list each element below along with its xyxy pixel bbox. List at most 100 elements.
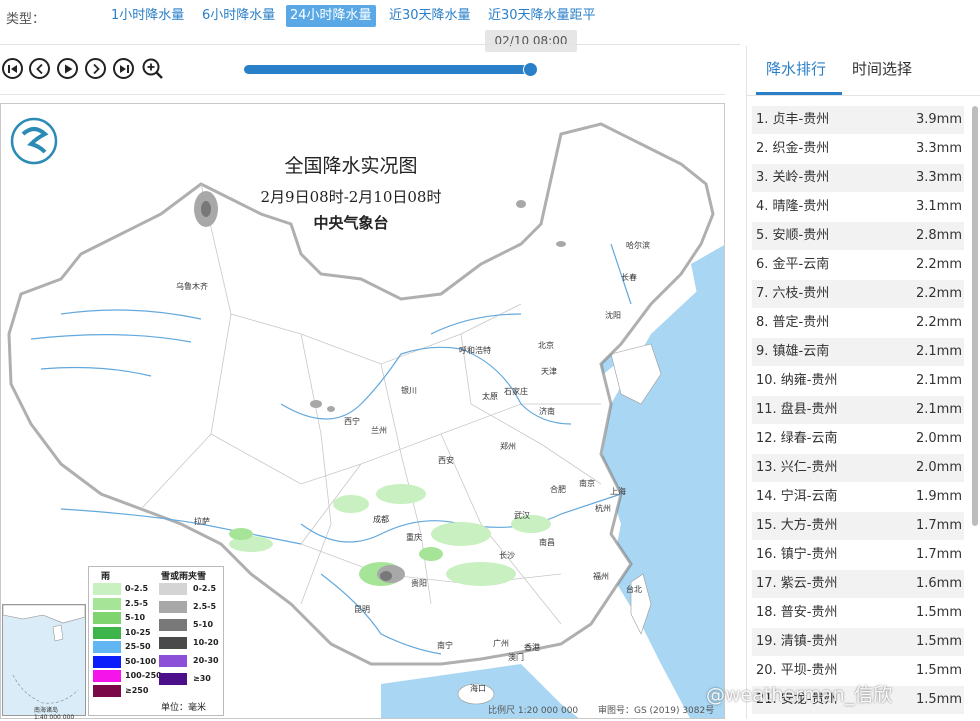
tab-ranking[interactable]: 降水排行 bbox=[766, 58, 826, 79]
legend-rain-label: 2.5-5 bbox=[125, 598, 149, 608]
city-label: 合肥 bbox=[550, 485, 566, 494]
legend-snow-swatch bbox=[159, 601, 187, 613]
ranking-value: 3.3mm bbox=[915, 141, 962, 156]
ranking-row[interactable]: 11. 盘县-贵州 2.1mm bbox=[752, 396, 964, 424]
ranking-value: 1.9mm bbox=[915, 489, 962, 504]
city-label: 福州 bbox=[593, 572, 609, 581]
ranking-value: 3.9mm bbox=[915, 112, 962, 127]
ranking-row[interactable]: 8. 普定-贵州 2.2mm bbox=[752, 309, 964, 337]
legend-snow-swatch bbox=[159, 637, 187, 649]
ranking-value: 2.2mm bbox=[915, 286, 962, 301]
ranking-row[interactable]: 17. 紫云-贵州 1.6mm bbox=[752, 570, 964, 598]
legend-rain-swatch bbox=[93, 684, 121, 697]
chevron-right-icon bbox=[92, 63, 100, 74]
timeline-handle[interactable] bbox=[523, 62, 538, 77]
city-label: 太原 bbox=[482, 392, 498, 401]
ranking-row[interactable]: 14. 宁洱-云南 1.9mm bbox=[752, 483, 964, 511]
city-label: 天津 bbox=[541, 367, 557, 376]
ranking-row[interactable]: 19. 清镇-贵州 1.5mm bbox=[752, 628, 964, 656]
ranking-station: 16. 镇宁-贵州 bbox=[756, 547, 838, 562]
ranking-row[interactable]: 2. 织金-贵州 3.3mm bbox=[752, 135, 964, 163]
timeline-track[interactable] bbox=[244, 65, 531, 74]
city-label: 海口 bbox=[470, 684, 486, 693]
map-organization: 中央气象台 bbox=[313, 214, 389, 232]
first-frame-button[interactable] bbox=[2, 58, 23, 79]
ranking-row[interactable]: 3. 关岭-贵州 3.3mm bbox=[752, 164, 964, 192]
ranking-row[interactable]: 16. 镇宁-贵州 1.7mm bbox=[752, 541, 964, 569]
city-label: 台北 bbox=[626, 585, 642, 594]
inset-map-graphic bbox=[2, 604, 86, 704]
ranking-row[interactable]: 18. 普安-贵州 1.5mm bbox=[752, 599, 964, 627]
city-label: 长沙 bbox=[499, 551, 515, 560]
ranking-value: 2.0mm bbox=[915, 460, 962, 475]
legend-rain-swatch bbox=[93, 626, 121, 639]
prev-frame-button[interactable] bbox=[29, 58, 50, 79]
city-label: 杭州 bbox=[595, 504, 611, 513]
ranking-station: 10. 纳雍-贵州 bbox=[756, 373, 838, 388]
ranking-row[interactable]: 1. 贞丰-贵州 3.9mm bbox=[752, 106, 964, 134]
legend-rain-swatch bbox=[93, 655, 121, 668]
legend-snow-title: 雪或雨夹雪 bbox=[161, 572, 207, 582]
scrollbar[interactable] bbox=[972, 106, 978, 526]
map-title: 全国降水实况图 bbox=[284, 155, 418, 177]
ranking-row[interactable]: 10. 纳雍-贵州 2.1mm bbox=[752, 367, 964, 395]
tab-1h-precip[interactable]: 1小时降水量 bbox=[107, 5, 188, 27]
city-label: 成都 bbox=[373, 515, 389, 524]
legend-snow-label: 2.5-5 bbox=[193, 602, 217, 611]
ranking-row[interactable]: 9. 镇雄-云南 2.1mm bbox=[752, 338, 964, 366]
ranking-value: 1.6mm bbox=[915, 576, 962, 591]
city-label: 贵阳 bbox=[411, 579, 427, 588]
map-subtitle: 2月9日08时-2月10日08时 bbox=[260, 188, 442, 206]
tab-30d-precip[interactable]: 近30天降水量 bbox=[385, 5, 475, 27]
ranking-station: 2. 织金-贵州 bbox=[756, 141, 830, 156]
tab-24h-precip[interactable]: 24小时降水量 bbox=[286, 5, 376, 27]
ranking-row[interactable]: 6. 金平-云南 2.2mm bbox=[752, 251, 964, 279]
zoom-button[interactable] bbox=[141, 57, 165, 81]
zoom-in-icon bbox=[142, 58, 163, 79]
legend-rain-label: 50-100 bbox=[125, 656, 157, 666]
tab-30d-anomaly[interactable]: 近30天降水量距平 bbox=[484, 5, 600, 27]
legend-rain-label: 5-10 bbox=[125, 613, 146, 622]
city-label: 石家庄 bbox=[504, 387, 528, 396]
city-label: 重庆 bbox=[406, 533, 422, 542]
skip-last-icon bbox=[119, 64, 129, 73]
city-label: 西宁 bbox=[344, 417, 360, 426]
play-button[interactable] bbox=[57, 58, 78, 79]
ranking-value: 1.5mm bbox=[915, 663, 962, 678]
city-label: 香港 bbox=[524, 643, 540, 652]
ranking-station: 17. 紫云-贵州 bbox=[756, 576, 838, 591]
ranking-row[interactable]: 5. 安顺-贵州 2.8mm bbox=[752, 222, 964, 250]
ranking-value: 1.5mm bbox=[915, 692, 962, 707]
ranking-row[interactable]: 15. 大方-贵州 1.7mm bbox=[752, 512, 964, 540]
tab-time-select[interactable]: 时间选择 bbox=[852, 58, 912, 79]
ranking-station: 5. 安顺-贵州 bbox=[756, 228, 830, 243]
legend-unit: 单位：毫米 bbox=[161, 703, 207, 713]
city-label: 广州 bbox=[493, 639, 509, 648]
divider bbox=[746, 95, 980, 96]
ranking-row[interactable]: 13. 兴仁-贵州 2.0mm bbox=[752, 454, 964, 482]
legend-rain-label: 0-2.5 bbox=[125, 584, 149, 593]
play-icon bbox=[64, 64, 72, 73]
legend-snow-swatch bbox=[159, 583, 187, 595]
divider bbox=[0, 44, 740, 45]
ranking-station: 14. 宁洱-云南 bbox=[756, 489, 838, 504]
next-frame-button[interactable] bbox=[85, 58, 106, 79]
tab-6h-precip[interactable]: 6小时降水量 bbox=[198, 5, 279, 27]
legend-rain-label: 100-250 bbox=[125, 671, 162, 680]
watermark: @weatherman_信欣 bbox=[706, 684, 893, 706]
legend-snow-swatch bbox=[159, 619, 187, 631]
city-label: 拉萨 bbox=[194, 517, 210, 526]
ranking-row[interactable]: 12. 绿春-云南 2.0mm bbox=[752, 425, 964, 453]
ranking-value: 3.1mm bbox=[915, 199, 962, 214]
ranking-station: 6. 金平-云南 bbox=[756, 257, 830, 272]
ranking-station: 11. 盘县-贵州 bbox=[756, 402, 838, 417]
time-tooltip: 02/10 08:00 bbox=[485, 30, 577, 52]
ranking-row[interactable]: 7. 六枝-贵州 2.2mm bbox=[752, 280, 964, 308]
city-label: 银川 bbox=[401, 386, 417, 395]
ranking-row[interactable]: 4. 晴隆-贵州 3.1mm bbox=[752, 193, 964, 221]
ranking-station: 13. 兴仁-贵州 bbox=[756, 460, 838, 475]
city-label: 上海 bbox=[610, 487, 626, 496]
divider bbox=[0, 94, 725, 95]
last-frame-button[interactable] bbox=[113, 58, 134, 79]
legend-rain-swatch bbox=[93, 670, 121, 682]
